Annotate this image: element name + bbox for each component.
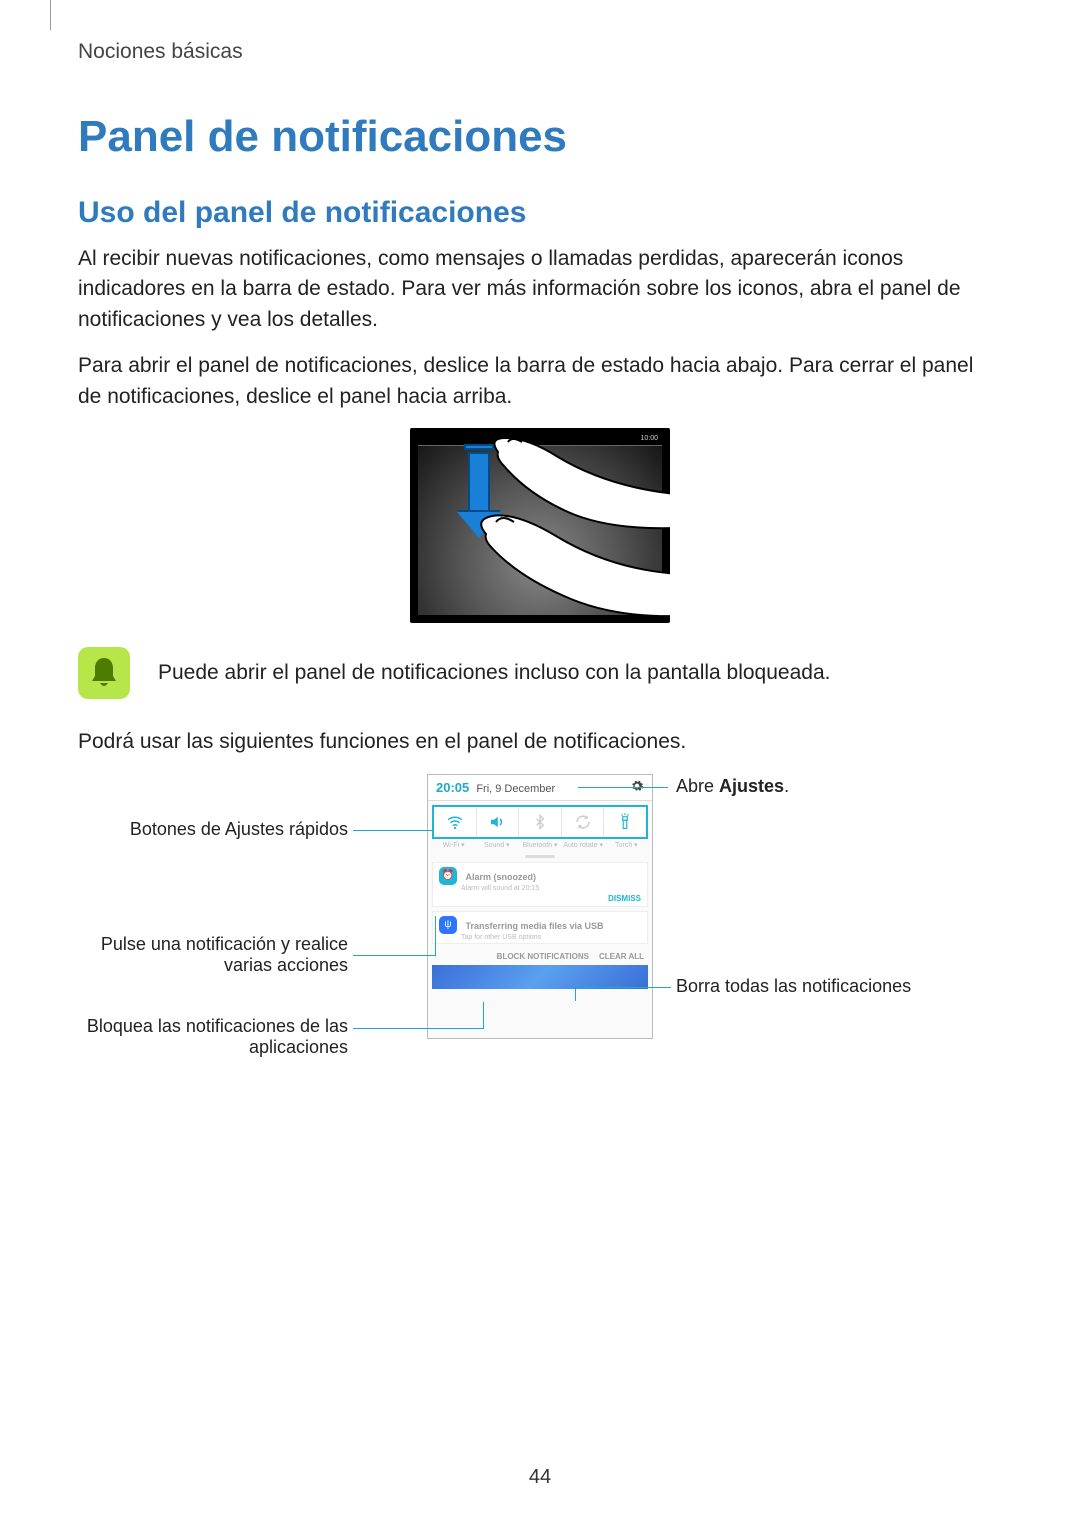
- annotated-diagram: 20:05 Fri, 9 December Wi-Fi ▾ Sound ▾ Bl…: [78, 774, 1002, 1074]
- paragraph-functions: Podrá usar las siguientes funciones en e…: [78, 727, 1002, 757]
- callout-tap-notification: Pulse una notificación y realice varias …: [68, 934, 348, 976]
- margin-rule: [50, 0, 51, 30]
- phone-time: 20:05: [436, 780, 469, 795]
- section-title: Uso del panel de notificaciones: [78, 196, 1002, 230]
- hand-bottom-icon: [472, 490, 670, 620]
- dismiss-label: DISMISS: [608, 894, 641, 903]
- notification-usb: ψ Transferring media files via USB Tap f…: [432, 911, 648, 944]
- callout-quick-settings: Botones de Ajustes rápidos: [108, 819, 348, 840]
- qs-label: Sound ▾: [475, 839, 518, 855]
- phone-screenshot: 20:05 Fri, 9 December Wi-Fi ▾ Sound ▾ Bl…: [427, 774, 653, 1039]
- phone-date: Fri, 9 December: [476, 783, 555, 795]
- sound-icon: [477, 807, 520, 837]
- alarm-icon: ⏰: [439, 867, 457, 885]
- breadcrumb: Nociones básicas: [78, 40, 1002, 64]
- block-notifications-label: BLOCK NOTIFICATIONS: [497, 952, 589, 961]
- page-content: Nociones básicas Panel de notificaciones…: [0, 0, 1080, 1074]
- qs-label: Auto rotate ▾: [562, 839, 605, 855]
- qs-label: Bluetooth ▾: [518, 839, 561, 855]
- bluetooth-icon: [519, 807, 562, 837]
- bell-note-icon: [78, 647, 130, 699]
- page-number: 44: [0, 1466, 1080, 1489]
- paragraph-open-close: Para abrir el panel de notificaciones, d…: [78, 351, 1002, 412]
- notif-subtitle: Tap for other USB options: [461, 934, 641, 941]
- rotate-icon: [562, 807, 605, 837]
- paragraph-intro: Al recibir nuevas notificaciones, como m…: [78, 244, 1002, 335]
- notif-title: Transferring media files via USB: [465, 921, 603, 931]
- wallpaper-strip: [432, 965, 648, 989]
- callout-settings: Abre Ajustes.: [676, 776, 789, 797]
- torch-icon: [604, 807, 646, 837]
- callout-block-notifications: Bloquea las notificaciones de las aplica…: [58, 1016, 348, 1058]
- notif-subtitle: Alarm will sound at 20:15: [461, 885, 641, 892]
- notification-alarm: ⏰ Alarm (snoozed) Alarm will sound at 20…: [432, 862, 648, 907]
- page-title: Panel de notificaciones: [78, 112, 1002, 162]
- note-text: Puede abrir el panel de notificaciones i…: [158, 661, 830, 685]
- callout-clear-all: Borra todas las notificaciones: [676, 976, 911, 997]
- qs-label: Wi-Fi ▾: [432, 839, 475, 855]
- gesture-figure: [78, 428, 1002, 623]
- panel-handle: [525, 855, 555, 858]
- note-row: Puede abrir el panel de notificaciones i…: [78, 647, 1002, 699]
- quick-settings-row: [432, 805, 648, 839]
- notif-title: Alarm (snoozed): [465, 872, 536, 882]
- wifi-icon: [434, 807, 477, 837]
- qs-label: Torch ▾: [605, 839, 648, 855]
- clear-all-label: CLEAR ALL: [599, 952, 644, 961]
- usb-icon: ψ: [439, 916, 457, 934]
